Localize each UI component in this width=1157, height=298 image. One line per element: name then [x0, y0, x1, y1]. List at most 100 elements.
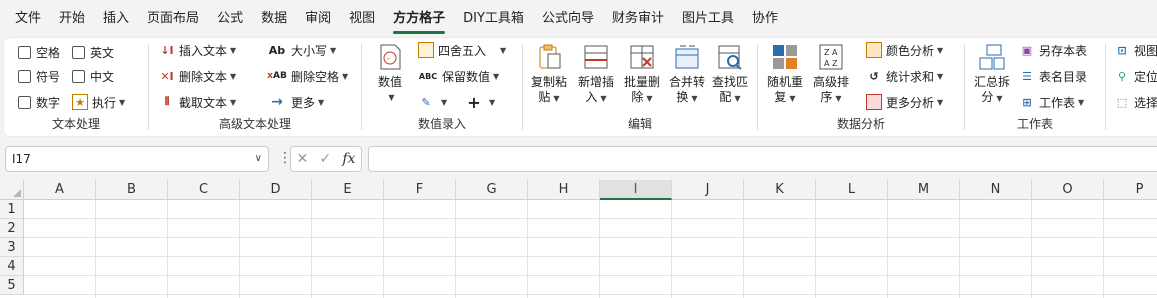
column-header[interactable]: N [960, 180, 1032, 200]
save-icon: ▣ [1021, 43, 1033, 57]
keep-value-button[interactable]: ABC 保留数值 ▼ [418, 66, 499, 86]
round-icon [418, 42, 434, 58]
copy-paste-button[interactable]: 复制粘 贴 ▼ [528, 42, 570, 106]
more-button[interactable]: → 更多 ▼ [267, 92, 324, 112]
column-header[interactable]: O [1032, 180, 1104, 200]
checkbox-english[interactable]: 英文 [72, 42, 114, 62]
grid-line [239, 200, 240, 298]
row-header[interactable]: 5 [0, 276, 24, 295]
name-box[interactable]: I17 ∨ [5, 146, 269, 172]
checkbox-symbol[interactable]: 符号 [18, 66, 60, 86]
column-header[interactable]: J [672, 180, 744, 200]
chevron-down-icon[interactable]: ∨ [255, 147, 262, 171]
advanced-sort-label: 高级排 [812, 75, 849, 89]
chevron-down-icon: ▼ [1078, 97, 1085, 107]
execute-button[interactable]: ★ 执行 ▼ [72, 92, 125, 112]
random-repeat-button[interactable]: 随机重 复 ▼ [764, 42, 806, 106]
view-button[interactable]: ⊡ 视图 [1114, 40, 1157, 60]
stats-icon: ↺ [869, 69, 879, 83]
menu-item[interactable]: 公式 [208, 0, 252, 38]
select-button[interactable]: ⬚ 选择 [1114, 92, 1157, 112]
menu-item[interactable]: 页面布局 [138, 0, 208, 38]
column-header[interactable]: I [600, 180, 672, 200]
menu-item[interactable]: 文件 [6, 0, 50, 38]
arrow-right-icon: → [271, 94, 283, 110]
checkbox-symbol-label: 符号 [36, 69, 61, 84]
sheet-catalog-button[interactable]: ☰ 表名目录 [1019, 66, 1087, 86]
plus-button[interactable]: + ▼ [466, 92, 495, 112]
menu-item[interactable]: 数据 [252, 0, 296, 38]
checkbox-space[interactable]: 空格 [18, 42, 60, 62]
find-icon [718, 45, 742, 70]
advanced-sort-button[interactable]: Z A A Z 高级排 序 ▼ [810, 42, 852, 106]
column-header[interactable]: L [816, 180, 888, 200]
formula-input[interactable] [368, 146, 1157, 172]
color-analysis-button[interactable]: 颜色分析 ▼ [866, 40, 943, 60]
copy-paste-label-2: 贴 ▼ [538, 90, 560, 104]
value-button[interactable]: - 数值 ▼ [372, 42, 408, 105]
save-sheet-as-button[interactable]: ▣ 另存本表 [1019, 40, 1087, 60]
insert-text-button[interactable]: ↓I 插入文本 ▼ [159, 40, 236, 60]
row-header[interactable]: 4 [0, 257, 24, 276]
delete-space-button[interactable]: x AB 删除空格 ▼ [267, 66, 348, 86]
grid-line [527, 200, 528, 298]
menu-item[interactable]: 插入 [94, 0, 138, 38]
menu-item[interactable]: 审阅 [296, 0, 340, 38]
column-header[interactable]: G [456, 180, 528, 200]
confirm-icon[interactable]: ✓ [319, 151, 331, 167]
stats-sum-label: 统计求和 [886, 69, 935, 84]
row-header[interactable]: 2 [0, 219, 24, 238]
column-header[interactable]: D [240, 180, 312, 200]
menu-item[interactable]: 财务审计 [603, 0, 673, 38]
menu-item[interactable]: 开始 [50, 0, 94, 38]
grid-line [1031, 200, 1032, 298]
new-insert-button[interactable]: 新增插 入 ▼ [575, 42, 617, 106]
column-header[interactable]: E [312, 180, 384, 200]
column-header[interactable]: C [168, 180, 240, 200]
column-header[interactable]: M [888, 180, 960, 200]
row-header[interactable]: 1 [0, 200, 24, 219]
spreadsheet-grid: ABCDEFGHIJKLMNOP 12345 [0, 180, 1157, 298]
menu-item[interactable]: 视图 [340, 0, 384, 38]
delete-text-button[interactable]: ✕I 删除文本 ▼ [159, 66, 236, 86]
case-button[interactable]: Ab 大小写 ▼ [267, 40, 336, 60]
merge-convert-button[interactable]: 合并转 换 ▼ [666, 42, 708, 106]
select-all-corner[interactable] [0, 180, 24, 200]
insert-rows-icon [584, 45, 608, 69]
find-match-button[interactable]: 查找匹 配 ▼ [709, 42, 751, 106]
grid-line [815, 200, 816, 298]
grid-line [887, 200, 888, 298]
checkbox-english-label: 英文 [90, 45, 115, 60]
worksheet-button[interactable]: ⊞ 工作表 ▼ [1019, 92, 1084, 112]
menu-item[interactable]: DIY工具箱 [454, 0, 533, 38]
checkbox-number[interactable]: 数字 [18, 92, 60, 112]
round-button[interactable]: 四舍五入 ▼ [418, 40, 506, 60]
locate-button[interactable]: ⚲ 定位 [1114, 66, 1157, 86]
column-header[interactable]: A [24, 180, 96, 200]
checkbox-chinese[interactable]: 中文 [72, 66, 114, 86]
column-header[interactable]: K [744, 180, 816, 200]
insert-text-icon: ↓I [160, 43, 174, 57]
row-header[interactable]: 3 [0, 238, 24, 257]
column-header[interactable]: F [384, 180, 456, 200]
summary-split-button[interactable]: 汇总拆 分 ▼ [971, 42, 1013, 106]
delete-space-label: 删除空格 [291, 69, 340, 84]
menu-item[interactable]: 协作 [743, 0, 787, 38]
color-analysis-label: 颜色分析 [886, 43, 935, 58]
extract-text-button[interactable]: ⫴ 截取文本 ▼ [159, 92, 236, 112]
group-label-text-processing: 文本处理 [51, 117, 100, 131]
column-header[interactable]: B [96, 180, 168, 200]
batch-delete-button[interactable]: 批量删 除 ▼ [621, 42, 663, 106]
column-header[interactable]: P [1104, 180, 1157, 200]
menu-item[interactable]: 图片工具 [673, 0, 743, 38]
merge-convert-label: 合并转 [668, 75, 705, 89]
cancel-icon[interactable]: ✕ [297, 151, 309, 167]
stats-sum-button[interactable]: ↺ 统计求和 ▼ [866, 66, 943, 86]
column-header[interactable]: H [528, 180, 600, 200]
edit-entry-button[interactable]: ✎ ▼ [418, 92, 447, 112]
menu-item[interactable]: 公式向导 [533, 0, 603, 38]
checkbox-chinese-label: 中文 [90, 69, 115, 84]
more-analysis-button[interactable]: 更多分析 ▼ [866, 92, 943, 112]
menu-item[interactable]: 方方格子 [384, 0, 454, 38]
insert-function-icon[interactable]: fx [342, 151, 355, 167]
